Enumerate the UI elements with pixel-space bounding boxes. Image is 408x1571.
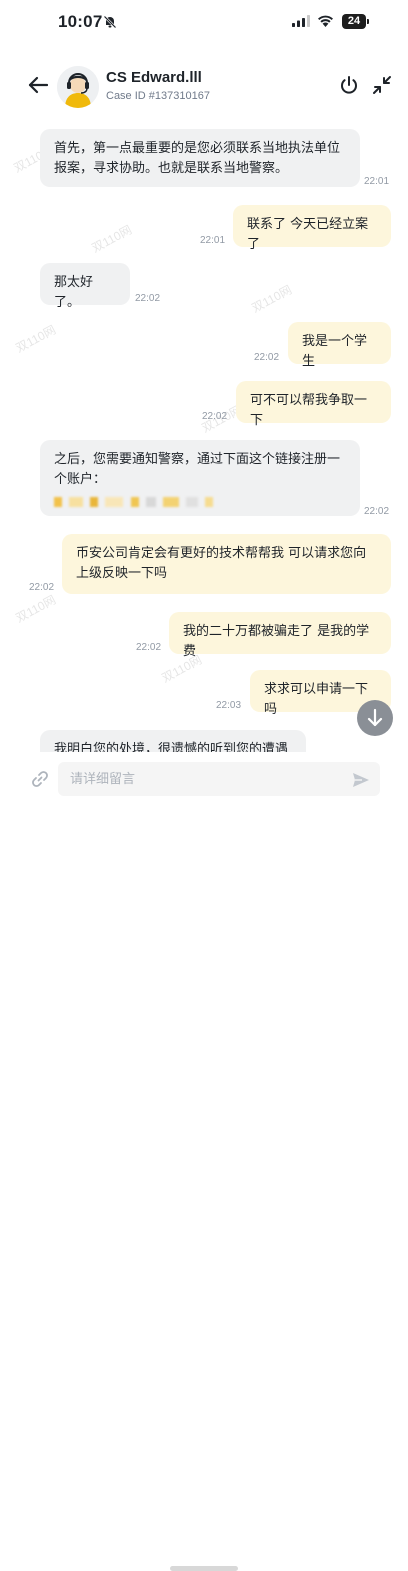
redacted-pixel <box>162 496 179 507</box>
watermark: 双110网 <box>249 282 295 316</box>
battery-indicator: 24 <box>342 14 366 29</box>
message-timestamp: 22:02 <box>202 411 228 422</box>
user-message-bubble: 联系了 今天已经立案了 <box>233 205 391 252</box>
status-bar: 10:07 24 <box>0 0 408 44</box>
redacted-pixel <box>69 496 84 507</box>
redacted-pixel <box>145 496 156 507</box>
cellular-signal-icon <box>292 15 310 27</box>
user-message-bubble: 我是一个学生 <box>288 322 391 369</box>
message-timestamp: 22:01 <box>364 176 390 187</box>
user-message-bubble: 可不可以帮我争取一下 <box>236 381 391 428</box>
redacted-link <box>54 492 346 512</box>
minimize-icon[interactable] <box>371 74 393 96</box>
message-text: 之后，您需要通知警察，通过下面这个链接注册一个账户： <box>54 452 341 487</box>
watermark: 双110网 <box>13 592 59 626</box>
message-text: 那太好了。 <box>54 275 94 310</box>
message-text: 可不可以帮我争取一下 <box>250 393 368 428</box>
home-indicator <box>170 1566 238 1571</box>
agent-message-bubble: 之后，您需要通知警察，通过下面这个链接注册一个账户： <box>40 440 360 516</box>
message-text: 币安公司肯定会有更好的技术帮帮我 可以请求您向上级反映一下吗 <box>76 546 367 581</box>
message-timestamp: 22:02 <box>136 642 162 653</box>
watermark: 双110网 <box>13 322 59 356</box>
message-timestamp: 22:03 <box>216 700 242 711</box>
scroll-to-bottom-button[interactable] <box>357 700 393 736</box>
back-arrow-icon[interactable] <box>28 76 48 94</box>
message-text: 我是一个学生 <box>302 334 368 369</box>
case-id: Case ID #137310167 <box>106 90 210 102</box>
message-timestamp: 22:02 <box>364 506 390 517</box>
bell-mute-icon <box>103 15 117 29</box>
attachment-link-icon[interactable] <box>30 769 50 789</box>
agent-avatar <box>57 66 99 108</box>
clock-time: 10:07 <box>58 12 103 31</box>
agent-message-bubble: 那太好了。 <box>40 263 130 310</box>
message-timestamp: 22:02 <box>29 582 55 593</box>
message-text: 首先，第一点最重要的是您必须联系当地执法单位报案，寻求协助。也就是联系当地警察。 <box>54 141 341 176</box>
message-input[interactable] <box>58 762 380 796</box>
message-timestamp: 22:01 <box>200 235 226 246</box>
send-icon[interactable] <box>351 770 371 790</box>
user-message-bubble: 币安公司肯定会有更好的技术帮帮我 可以请求您向上级反映一下吗 <box>62 534 391 594</box>
agent-message-bubble: 首先，第一点最重要的是您必须联系当地执法单位报案，寻求协助。也就是联系当地警察。 <box>40 129 360 187</box>
watermark: 双110网 <box>89 222 135 256</box>
user-message-bubble: 我的二十万都被骗走了 是我的学费 <box>169 612 391 659</box>
support-agent-icon <box>57 66 99 108</box>
redacted-pixel <box>90 496 99 507</box>
agent-name: CS Edward.lll <box>106 69 202 86</box>
redacted-pixel <box>205 496 214 507</box>
watermark: 双110网 <box>159 652 205 686</box>
power-icon[interactable] <box>338 74 360 96</box>
redacted-pixel <box>105 496 124 507</box>
message-text: 求求可以申请一下吗 <box>264 682 369 717</box>
message-text: 联系了 今天已经立案了 <box>247 217 369 252</box>
message-composer <box>0 752 408 1571</box>
message-timestamp: 22:02 <box>135 293 161 304</box>
arrow-down-icon <box>367 708 383 727</box>
redacted-pixel <box>185 496 198 507</box>
chat-header: CS Edward.lll Case ID #137310167 <box>0 58 408 114</box>
battery-cap <box>367 19 369 24</box>
message-timestamp: 22:02 <box>254 352 280 363</box>
redacted-pixel <box>54 496 62 507</box>
redacted-pixel <box>130 496 139 507</box>
message-text: 我的二十万都被骗走了 是我的学费 <box>183 624 370 659</box>
wifi-icon <box>318 15 333 27</box>
